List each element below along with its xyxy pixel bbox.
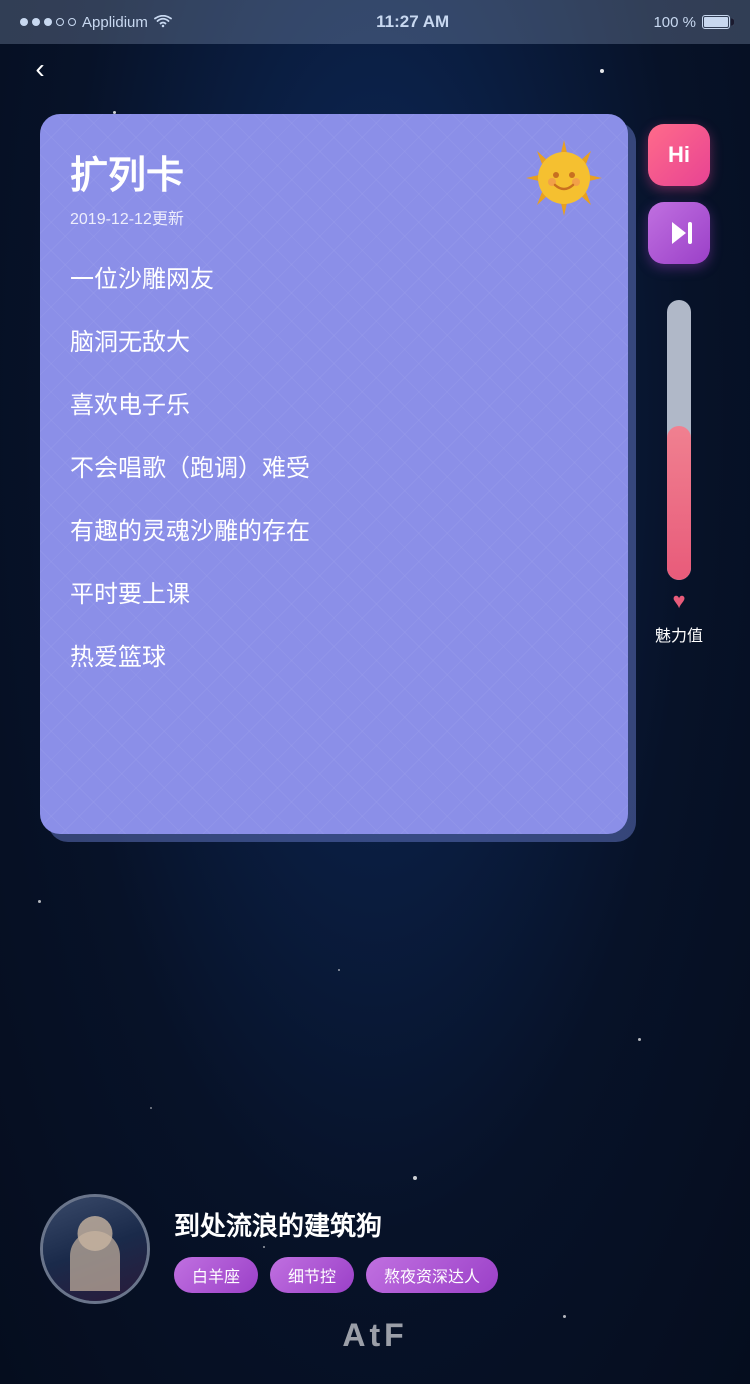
atf-watermark: AtF bbox=[342, 1317, 407, 1354]
charm-meter: ♥ 魅力值 bbox=[655, 300, 703, 646]
play-button[interactable] bbox=[648, 202, 710, 264]
card-pattern bbox=[40, 114, 628, 834]
card-container: 扩列卡 2019-12-12更新 一位沙雕网友 脑洞无敌大 喜欢电子乐 不会唱歌… bbox=[40, 114, 628, 834]
avatar-image bbox=[43, 1197, 147, 1301]
signal-dots bbox=[20, 18, 76, 26]
nav-bar: ‹ bbox=[0, 44, 750, 94]
status-left: Applidium bbox=[20, 14, 172, 31]
wifi-icon bbox=[154, 15, 172, 29]
avatar bbox=[40, 1194, 150, 1304]
status-bar: Applidium 11:27 AM 100 % bbox=[0, 0, 750, 44]
sun-decoration bbox=[524, 138, 604, 218]
heart-icon: ♥ bbox=[672, 588, 685, 614]
profile-name: 到处流浪的建筑狗 bbox=[174, 1206, 710, 1243]
tag-0[interactable]: 白羊座 bbox=[174, 1257, 258, 1293]
battery-percentage: 100 % bbox=[653, 14, 696, 31]
meter-fill bbox=[667, 426, 691, 580]
profile-tags: 白羊座 细节控 熬夜资深达人 bbox=[174, 1257, 710, 1293]
charm-label: 魅力值 bbox=[655, 622, 703, 646]
main-content: 扩列卡 2019-12-12更新 一位沙雕网友 脑洞无敌大 喜欢电子乐 不会唱歌… bbox=[0, 94, 750, 834]
carrier-name: Applidium bbox=[82, 14, 148, 31]
back-button[interactable]: ‹ bbox=[20, 49, 60, 89]
play-icon bbox=[664, 218, 694, 248]
battery-icon bbox=[702, 15, 730, 29]
sidebar-right: Hi ♥ 魅力值 bbox=[648, 114, 710, 834]
tag-1[interactable]: 细节控 bbox=[270, 1257, 354, 1293]
status-time: 11:27 AM bbox=[376, 12, 449, 32]
profile-section: 到处流浪的建筑狗 白羊座 细节控 熬夜资深达人 bbox=[0, 1194, 750, 1304]
meter-track bbox=[667, 300, 691, 580]
expand-card: 扩列卡 2019-12-12更新 一位沙雕网友 脑洞无敌大 喜欢电子乐 不会唱歌… bbox=[40, 114, 628, 834]
hi-button[interactable]: Hi bbox=[648, 124, 710, 186]
tag-2[interactable]: 熬夜资深达人 bbox=[366, 1257, 498, 1293]
status-right: 100 % bbox=[653, 14, 730, 31]
profile-info: 到处流浪的建筑狗 白羊座 细节控 熬夜资深达人 bbox=[174, 1206, 710, 1293]
